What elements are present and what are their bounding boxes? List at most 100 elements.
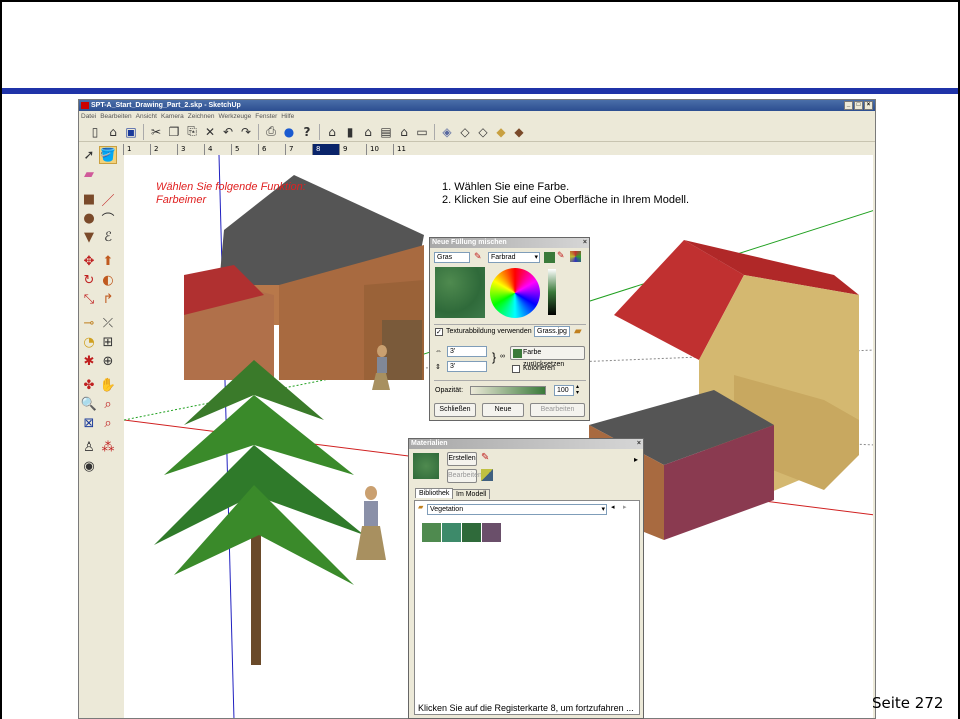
back-arrow-icon[interactable]: ◂	[611, 503, 615, 511]
materials-eyedropper-icon[interactable]: ✎	[481, 452, 489, 463]
lock-ratio-icon[interactable]: }	[492, 350, 496, 364]
text-icon[interactable]: ⊞	[99, 333, 117, 351]
menu-file[interactable]: Datei	[81, 111, 96, 122]
paste-icon[interactable]: ⎘	[184, 124, 200, 140]
front-view-icon[interactable]: ⌂	[360, 124, 376, 140]
reset-color-button[interactable]: Farbe zurücksetzen	[510, 346, 585, 368]
save-icon[interactable]: ▣	[123, 124, 139, 140]
shaded-texture-icon[interactable]: ◆	[511, 124, 527, 140]
arc-icon[interactable]: ⌒	[99, 209, 117, 228]
iso-view-icon[interactable]: ⌂	[324, 124, 340, 140]
scene-tab-3[interactable]: 3	[177, 144, 204, 155]
rotate-icon[interactable]: ↻	[80, 271, 98, 289]
browse-folder-icon[interactable]: ▰	[574, 326, 582, 337]
opacity-spinner[interactable]: ▴ ▾	[576, 384, 579, 396]
hidden-line-icon[interactable]: ◇	[475, 124, 491, 140]
color-grid-icon[interactable]	[570, 251, 581, 262]
use-texture-checkbox[interactable]: ✓	[435, 328, 443, 336]
position-camera-icon[interactable]: ♙	[80, 438, 98, 456]
follow-me-icon[interactable]: ◐	[99, 271, 117, 289]
menu-edit[interactable]: Bearbeiten	[100, 111, 131, 122]
dimension-icon[interactable]: ⤫	[99, 314, 117, 332]
offset-icon[interactable]: ↱	[99, 290, 117, 308]
tab-library[interactable]: Bibliothek	[415, 488, 454, 498]
model-info-icon[interactable]: ●	[281, 124, 297, 140]
shaded-icon[interactable]: ◆	[493, 124, 509, 140]
scale-icon[interactable]: ⤡	[80, 290, 98, 308]
new-icon[interactable]: ▯	[87, 124, 103, 140]
create-material-button[interactable]: Erstellen	[447, 452, 477, 466]
close-button[interactable]: ×	[864, 101, 873, 110]
texture-height-field[interactable]: 3'	[447, 361, 487, 372]
chain-icon[interactable]: ∞	[500, 353, 505, 360]
cut-icon[interactable]: ✂	[148, 124, 164, 140]
fill-name-field[interactable]: Gras	[434, 252, 470, 263]
rectangle-icon[interactable]: ■	[80, 190, 98, 208]
look-around-icon[interactable]: ◉	[80, 457, 98, 475]
orbit-icon[interactable]: ✤	[80, 376, 98, 394]
color-wheel[interactable]	[490, 268, 540, 318]
move-icon[interactable]: ✥	[80, 252, 98, 270]
new-material-button[interactable]: Neue	[482, 403, 524, 417]
materials-edit-button[interactable]: Bearbeiten	[447, 469, 482, 483]
material-swatch[interactable]	[442, 523, 461, 542]
xray-icon[interactable]: ◈	[439, 124, 455, 140]
sample-paint-icon[interactable]: ✎	[557, 250, 565, 261]
polygon-icon[interactable]: ▼	[80, 228, 98, 246]
scene-tab-9[interactable]: 9	[339, 144, 366, 155]
opacity-field[interactable]: 100	[554, 385, 574, 396]
menu-help[interactable]: Hilfe	[281, 111, 294, 122]
undo-icon[interactable]: ↶	[220, 124, 236, 140]
left-view-icon[interactable]: ▭	[414, 124, 430, 140]
wireframe-icon[interactable]: ◇	[457, 124, 473, 140]
maximize-button[interactable]: □	[854, 101, 863, 110]
tab-in-model[interactable]: Im Modell	[452, 489, 491, 499]
menu-camera[interactable]: Kamera	[161, 111, 184, 122]
tape-measure-icon[interactable]: ⊸	[80, 314, 98, 332]
scene-tab-6[interactable]: 6	[258, 144, 285, 155]
materials-close-icon[interactable]: ×	[637, 439, 641, 449]
scene-tab-2[interactable]: 2	[150, 144, 177, 155]
opacity-slider[interactable]	[470, 386, 546, 395]
axes-icon[interactable]: ✱	[80, 352, 98, 370]
zoom-window-icon[interactable]: ⌕	[99, 395, 117, 413]
zoom-icon[interactable]: 🔍	[80, 395, 98, 413]
scene-tab-8[interactable]: 8	[312, 144, 339, 155]
paint-bucket-icon[interactable]: 🪣	[99, 146, 117, 164]
walk-icon[interactable]: ⁂	[99, 438, 117, 456]
copy-icon[interactable]: ❐	[166, 124, 182, 140]
scene-tab-1[interactable]: 1	[123, 144, 150, 155]
material-swatch[interactable]	[462, 523, 481, 542]
eraser-icon[interactable]: ▰	[80, 165, 98, 183]
menu-view[interactable]: Ansicht	[136, 111, 157, 122]
library-select[interactable]: Vegetation ▾	[427, 504, 607, 515]
texture-width-field[interactable]: 3'	[447, 346, 487, 357]
details-arrow-icon[interactable]: ▸	[634, 455, 638, 464]
forward-arrow-icon[interactable]: ▸	[623, 503, 627, 511]
scene-tab-10[interactable]: 10	[366, 144, 393, 155]
redo-icon[interactable]: ↷	[238, 124, 254, 140]
push-pull-icon[interactable]: ⬆	[99, 252, 117, 270]
right-view-icon[interactable]: ▤	[378, 124, 394, 140]
minimize-button[interactable]: _	[844, 101, 853, 110]
texture-file-field[interactable]: Grass.jpg	[534, 326, 570, 337]
open-icon[interactable]: ⌂	[105, 124, 121, 140]
line-icon[interactable]: ／	[99, 190, 117, 209]
fill-dialog-close-icon[interactable]: ×	[583, 238, 587, 248]
colorize-checkbox[interactable]	[512, 365, 520, 373]
menu-draw[interactable]: Zeichnen	[188, 111, 215, 122]
protractor-icon[interactable]: ◔	[80, 333, 98, 351]
material-swatch[interactable]	[422, 523, 441, 542]
previous-view-icon[interactable]: ⌕	[99, 414, 117, 432]
menu-tools[interactable]: Werkzeuge	[218, 111, 251, 122]
help-icon[interactable]: ?	[299, 124, 315, 140]
print-icon[interactable]: ⎙	[263, 124, 279, 140]
menu-window[interactable]: Fenster	[255, 111, 277, 122]
close-dialog-button[interactable]: Schließen	[434, 403, 476, 417]
circle-icon[interactable]: ●	[80, 209, 98, 227]
color-picker-select[interactable]: Farbrad ▾	[488, 252, 540, 263]
back-view-icon[interactable]: ⌂	[396, 124, 412, 140]
scene-tab-4[interactable]: 4	[204, 144, 231, 155]
eyedropper-icon[interactable]: ✎	[474, 251, 482, 262]
material-edit-icon[interactable]	[481, 469, 493, 481]
